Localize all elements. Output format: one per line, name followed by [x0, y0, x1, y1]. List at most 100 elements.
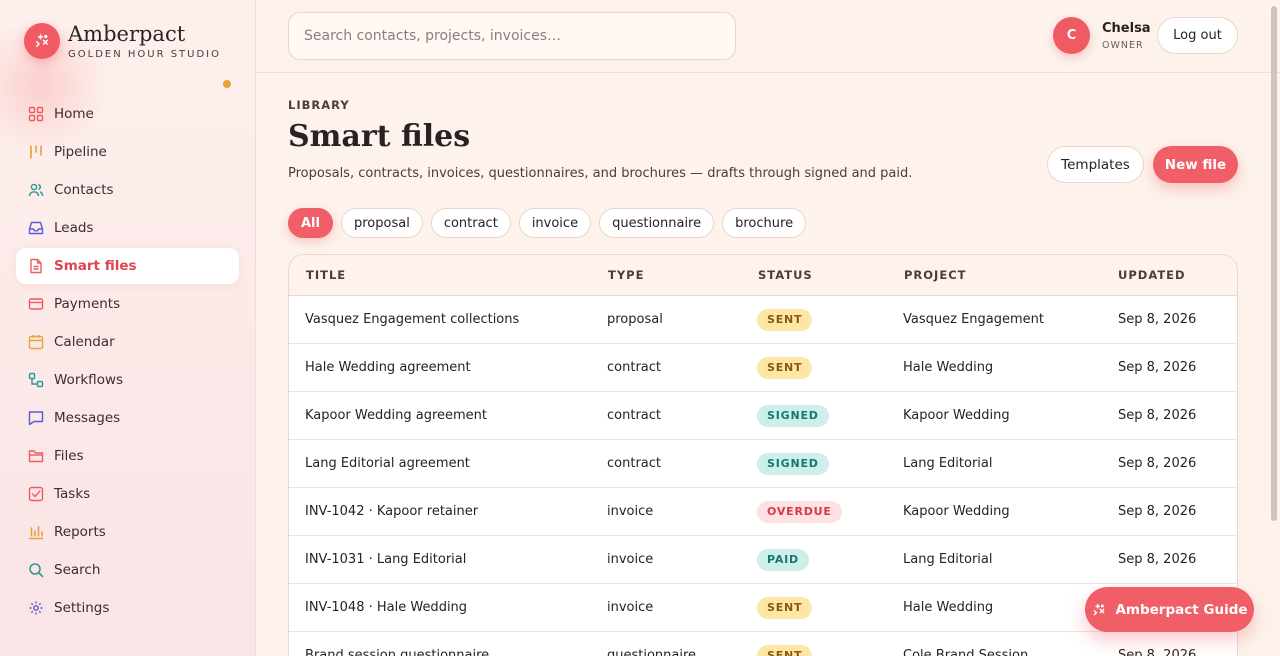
sidebar-item-label: Leads [54, 220, 94, 236]
status-badge: SENT [757, 644, 813, 656]
sidebar-item-label: Tasks [54, 486, 91, 502]
gear-icon [28, 600, 44, 616]
sidebar-item-settings[interactable]: Settings [16, 590, 239, 626]
cell-status: SENT [757, 596, 813, 619]
filter-contract[interactable]: contract [430, 208, 511, 238]
sidebar-item-messages[interactable]: Messages [16, 400, 239, 436]
cell-updated: Sep 8, 2026 [1118, 552, 1197, 567]
inbox-icon [28, 220, 44, 236]
guide-label: Amberpact Guide [1115, 601, 1248, 618]
sidebar-item-label: Calendar [54, 334, 115, 350]
message-icon [28, 410, 44, 426]
cell-updated: Sep 8, 2026 [1118, 312, 1197, 327]
table-header: TITLE TYPE STATUS PROJECT UPDATED [289, 255, 1237, 296]
cell-type: invoice [607, 600, 654, 615]
sidebar-item-contacts[interactable]: Contacts [16, 172, 239, 208]
scrollbar-thumb[interactable] [1271, 6, 1277, 521]
table-row[interactable]: Vasquez Engagement collections proposal SE… [289, 296, 1237, 344]
table-row[interactable]: INV-1031 · Lang Editorial invoice PAID Lang… [289, 536, 1237, 584]
cell-title: Lang Editorial agreement [305, 456, 470, 471]
sparkle-icon [1094, 603, 1105, 615]
sidebar-item-pipeline[interactable]: Pipeline [16, 134, 239, 170]
cell-type: contract [607, 408, 661, 423]
column-header-title[interactable]: TITLE [306, 268, 346, 282]
sidebar-item-payments[interactable]: Payments [16, 286, 239, 322]
sidebar-item-label: Search [54, 562, 101, 578]
table-row[interactable]: Hale Wedding agreement contract SENT Hale W… [289, 344, 1237, 392]
search-input[interactable] [288, 12, 736, 60]
sidebar-item-search[interactable]: Search [16, 552, 239, 588]
sidebar-item-label: Payments [54, 296, 121, 312]
cell-updated: Sep 8, 2026 [1118, 456, 1197, 471]
workflow-icon [28, 372, 44, 388]
column-header-updated[interactable]: UPDATED [1118, 268, 1186, 282]
search-icon [28, 562, 44, 578]
filter-proposal[interactable]: proposal [340, 208, 423, 238]
logout-button[interactable]: Log out [1157, 17, 1238, 54]
column-header-project[interactable]: PROJECT [904, 268, 966, 282]
cell-type: contract [607, 360, 661, 375]
calendar-icon [28, 334, 44, 350]
sidebar-item-leads[interactable]: Leads [16, 210, 239, 246]
column-header-type[interactable]: TYPE [608, 268, 644, 282]
cell-title: Kapoor Wedding agreement [305, 408, 487, 423]
folder-icon [28, 448, 44, 464]
cell-type: proposal [607, 312, 663, 327]
sidebar-item-label: Messages [54, 410, 121, 426]
brand-name: Amberpact [68, 22, 186, 46]
new-file-button[interactable]: New file [1153, 146, 1238, 183]
cell-title: INV-1031 · Lang Editorial [305, 552, 467, 567]
cell-status: SIGNED [757, 404, 829, 427]
table-row[interactable]: Brand session questionnaire questionnaire… [289, 632, 1237, 656]
status-badge: SENT [757, 308, 813, 331]
sidebar-item-workflows[interactable]: Workflows [16, 362, 239, 398]
notification-dot [223, 80, 231, 88]
filter-questionnaire[interactable]: questionnaire [599, 208, 715, 238]
sidebar-item-label: Contacts [54, 182, 114, 198]
sidebar-item-calendar[interactable]: Calendar [16, 324, 239, 360]
top-bar: C Chelsa OWNER Log out [256, 0, 1280, 73]
brand-subtitle: GOLDEN HOUR STUDIO [68, 49, 222, 60]
cell-title: Vasquez Engagement collections [305, 312, 520, 327]
cell-type: contract [607, 456, 661, 471]
section-eyebrow: LIBRARY [288, 98, 350, 112]
cell-title: INV-1048 · Hale Wedding [305, 600, 468, 615]
sidebar-item-home[interactable]: Home [16, 96, 239, 132]
sidebar-item-label: Reports [54, 524, 106, 540]
grid-icon [28, 106, 44, 122]
filter-chips: All proposal contract invoice questionna… [288, 208, 814, 238]
table-row[interactable]: INV-1042 · Kapoor retainer invoice OVERDUE… [289, 488, 1237, 536]
table-row[interactable]: Kapoor Wedding agreement contract SIGNED Ka… [289, 392, 1237, 440]
filter-all[interactable]: All [288, 208, 333, 238]
column-header-status[interactable]: STATUS [758, 268, 813, 282]
users-icon [28, 182, 44, 198]
cell-type: questionnaire [607, 648, 697, 656]
templates-button[interactable]: Templates [1047, 146, 1144, 183]
sidebar-item-files[interactable]: Files [16, 438, 239, 474]
status-badge: SIGNED [757, 452, 829, 475]
filter-invoice[interactable]: invoice [518, 208, 592, 238]
cell-updated: Sep 8, 2026 [1118, 648, 1197, 656]
page-scrollbar[interactable] [1270, 0, 1278, 656]
sidebar-item-tasks[interactable]: Tasks [16, 476, 239, 512]
sidebar-item-smart-files[interactable]: Smart files [16, 248, 239, 284]
avatar[interactable]: C [1053, 17, 1090, 54]
document-icon [28, 258, 44, 274]
sidebar-item-label: Home [54, 106, 94, 122]
page-description: Proposals, contracts, invoices, question… [288, 166, 913, 181]
sidebar-nav: Home Pipeline Contacts Leads Smart files [16, 96, 239, 628]
sparkle-icon [24, 23, 60, 59]
filter-brochure[interactable]: brochure [722, 208, 807, 238]
sidebar-item-reports[interactable]: Reports [16, 514, 239, 550]
table-row[interactable]: Lang Editorial agreement contract SIGNED La… [289, 440, 1237, 488]
user-role: OWNER [1102, 40, 1144, 51]
bar-chart-icon [28, 524, 44, 540]
brand[interactable]: Amberpact GOLDEN HOUR STUDIO [24, 22, 221, 60]
checkbox-icon [28, 486, 44, 502]
cell-status: SIGNED [757, 452, 829, 475]
cell-project: Hale Wedding [903, 360, 994, 375]
guide-button[interactable]: Amberpact Guide [1085, 587, 1254, 632]
user-name: Chelsa [1102, 21, 1151, 36]
cell-type: invoice [607, 552, 654, 567]
cell-title: Hale Wedding agreement [305, 360, 471, 375]
